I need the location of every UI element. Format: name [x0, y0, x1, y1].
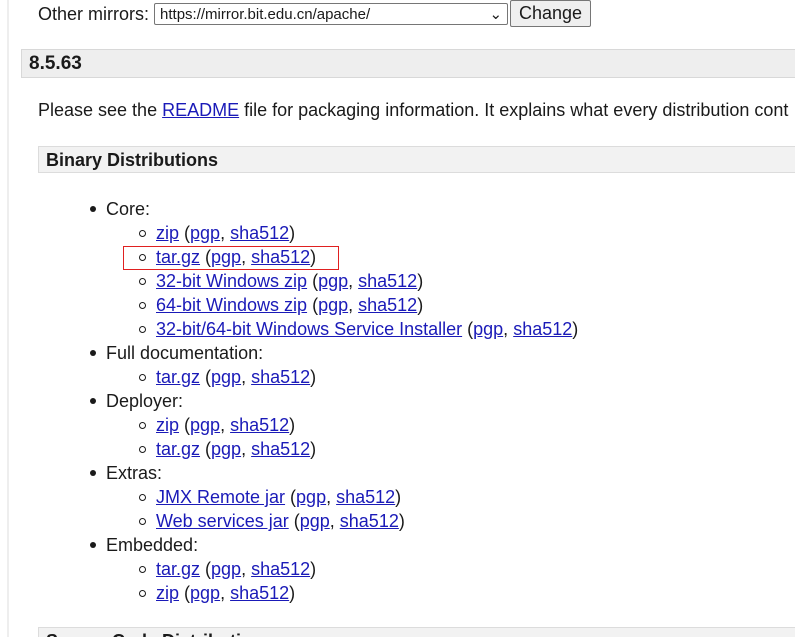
download-item: 32-bit/64-bit Windows Service Installer …: [156, 319, 579, 339]
change-button[interactable]: Change: [510, 0, 592, 27]
version-heading: 8.5.63: [21, 49, 795, 78]
mirror-select-value: https://mirror.bit.edu.cn/apache/: [160, 5, 371, 23]
pgp-link[interactable]: pgp: [211, 367, 241, 387]
pgp-link[interactable]: pgp: [296, 487, 326, 507]
sha512-link[interactable]: sha512: [340, 511, 399, 531]
group-bullet: [90, 350, 96, 356]
sha512-link[interactable]: sha512: [251, 439, 310, 459]
sha512-link[interactable]: sha512: [251, 367, 310, 387]
item-bullet: [139, 230, 146, 237]
sha512-link[interactable]: sha512: [336, 487, 395, 507]
download-item: tar.gz (pgp, sha512): [156, 559, 317, 579]
download-item: tar.gz (pgp, sha512): [156, 367, 317, 387]
item-bullet: [139, 494, 146, 501]
group-bullet: [90, 470, 96, 476]
download-link[interactable]: zip: [156, 223, 179, 243]
download-link[interactable]: JMX Remote jar: [156, 487, 285, 507]
mirror-select[interactable]: https://mirror.bit.edu.cn/apache/ ⌄: [154, 3, 509, 25]
download-item: 32-bit Windows zip (pgp, sha512): [156, 271, 424, 291]
pgp-link[interactable]: pgp: [190, 223, 220, 243]
item-bullet: [139, 302, 146, 309]
intro-text-before: Please see the: [38, 100, 163, 120]
download-link[interactable]: Web services jar: [156, 511, 289, 531]
pgp-link[interactable]: pgp: [318, 295, 348, 315]
highlight-box: [123, 246, 339, 270]
download-link[interactable]: tar.gz: [156, 367, 200, 387]
group-label: Full documentation:: [106, 343, 264, 363]
item-bullet: [139, 422, 146, 429]
download-item: tar.gz (pgp, sha512): [156, 439, 317, 459]
item-bullet: [139, 590, 146, 597]
item-bullet: [139, 518, 146, 525]
chevron-down-icon: ⌄: [489, 6, 503, 23]
download-item: zip (pgp, sha512): [156, 223, 296, 243]
binary-distributions-heading: Binary Distributions: [38, 146, 795, 173]
mirror-selector-row: Other mirrors: https://mirror.bit.edu.cn…: [38, 0, 592, 28]
group-bullet: [90, 398, 96, 404]
item-bullet: [139, 326, 146, 333]
download-item: Web services jar (pgp, sha512): [156, 511, 405, 531]
group-label: Embedded:: [106, 535, 199, 555]
download-item: zip (pgp, sha512): [156, 583, 296, 603]
download-link[interactable]: tar.gz: [156, 559, 200, 579]
sha512-link[interactable]: sha512: [230, 583, 289, 603]
group-label: Extras:: [106, 463, 163, 483]
download-link[interactable]: zip: [156, 583, 179, 603]
download-item: 64-bit Windows zip (pgp, sha512): [156, 295, 424, 315]
pgp-link[interactable]: pgp: [318, 271, 348, 291]
mirror-label: Other mirrors:: [38, 3, 150, 24]
sha512-link[interactable]: sha512: [230, 223, 289, 243]
pgp-link[interactable]: pgp: [190, 415, 220, 435]
group-label: Deployer:: [106, 391, 184, 411]
download-item: JMX Remote jar (pgp, sha512): [156, 487, 402, 507]
sha512-link[interactable]: sha512: [251, 559, 310, 579]
download-link[interactable]: 32-bit/64-bit Windows Service Installer: [156, 319, 462, 339]
pgp-link[interactable]: pgp: [300, 511, 330, 531]
pgp-link[interactable]: pgp: [211, 439, 241, 459]
pgp-link[interactable]: pgp: [190, 583, 220, 603]
sha512-link[interactable]: sha512: [358, 295, 417, 315]
source-distributions-heading: Source Code Distributions: [38, 627, 795, 637]
download-page: Other mirrors: https://mirror.bit.edu.cn…: [0, 0, 795, 637]
item-bullet: [139, 374, 146, 381]
sha512-link[interactable]: sha512: [358, 271, 417, 291]
sha512-link[interactable]: sha512: [230, 415, 289, 435]
group-bullet: [90, 206, 96, 212]
pgp-link[interactable]: pgp: [473, 319, 503, 339]
download-link[interactable]: tar.gz: [156, 439, 200, 459]
readme-link[interactable]: README: [162, 100, 239, 120]
group-label: Core:: [106, 199, 151, 219]
download-link[interactable]: zip: [156, 415, 179, 435]
item-bullet: [139, 278, 146, 285]
item-bullet: [139, 566, 146, 573]
download-link[interactable]: 64-bit Windows zip: [156, 295, 307, 315]
download-item: zip (pgp, sha512): [156, 415, 296, 435]
intro-paragraph: Please see the README file for packaging…: [38, 100, 788, 121]
download-link[interactable]: 32-bit Windows zip: [156, 271, 307, 291]
item-bullet: [139, 446, 146, 453]
intro-text-after: file for packaging information. It expla…: [239, 100, 789, 120]
group-bullet: [90, 542, 96, 548]
sha512-link[interactable]: sha512: [513, 319, 572, 339]
left-divider: [7, 0, 9, 637]
pgp-link[interactable]: pgp: [211, 559, 241, 579]
